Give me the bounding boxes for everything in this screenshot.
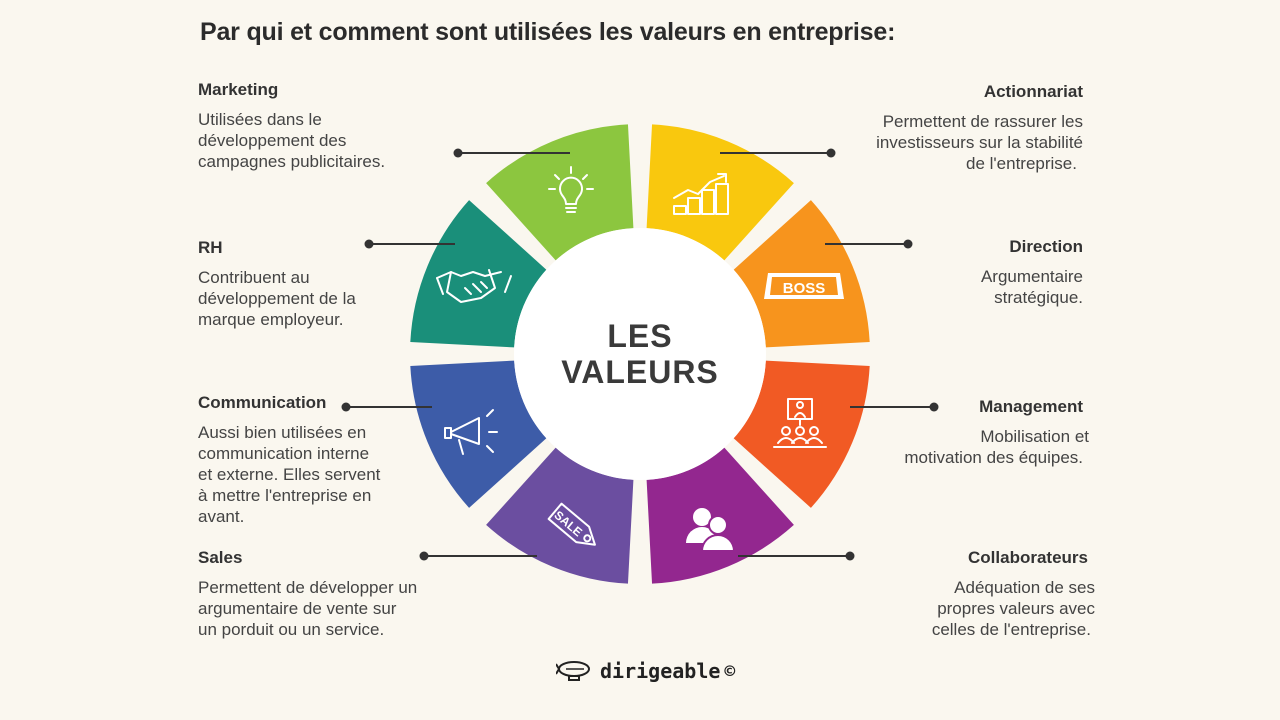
actionnariat-label: Actionnariat Permettent de rassurer les … xyxy=(876,81,1083,174)
communication-desc-line: communication interne xyxy=(198,444,370,463)
collaborateurs-connector-dot xyxy=(845,551,855,561)
marketing-desc-line: campagnes publicitaires. xyxy=(198,152,386,171)
rh-label: RH Contribuent au développement de la ma… xyxy=(198,237,356,330)
collaborateurs-title: Collaborateurs xyxy=(968,548,1088,567)
communication-desc: Aussi bien utilisées en communication in… xyxy=(198,422,380,527)
actionnariat-desc-line: investisseurs sur la stabilité xyxy=(876,133,1083,152)
management-label: Management Mobilisation et motivation de… xyxy=(904,396,1089,468)
collaborateurs-desc-line: Adéquation de ses xyxy=(954,578,1095,597)
boss-sign-icon: BOSS xyxy=(764,273,844,299)
marketing-desc-line: développement des xyxy=(198,131,347,150)
actionnariat-desc: Permettent de rassurer les investisseurs… xyxy=(876,111,1083,174)
sales-title: Sales xyxy=(198,548,243,567)
communication-desc-line: à mettre l'entreprise en xyxy=(198,486,372,505)
collaborateurs-desc-line: propres valeurs avec xyxy=(937,599,1095,618)
rh-desc-line: développement de la xyxy=(198,289,356,308)
center-label: LES VALEURS xyxy=(515,318,765,390)
center-line-1: LES xyxy=(607,318,673,354)
brand-name: dirigeable xyxy=(600,659,721,683)
direction-desc: Argumentaire stratégique. xyxy=(981,266,1083,308)
management-desc-line: motivation des équipes. xyxy=(904,448,1083,467)
collaborateurs-desc-line: celles de l'entreprise. xyxy=(931,620,1091,639)
management-title: Management xyxy=(979,397,1083,416)
management-desc: Mobilisation et motivation des équipes. xyxy=(904,426,1089,468)
collaborateurs-label: Collaborateurs Adéquation de ses propres… xyxy=(932,547,1095,640)
management-desc-line: Mobilisation et xyxy=(980,427,1089,446)
copyright-symbol: © xyxy=(724,660,736,682)
rh-desc-line: marque employeur. xyxy=(198,310,344,329)
direction-desc-line: Argumentaire xyxy=(980,267,1083,286)
actionnariat-desc-line: de l'entreprise. xyxy=(966,154,1077,173)
communication-desc-line: et externe. Elles servent xyxy=(198,465,381,484)
sales-label: Sales Permettent de développer un argume… xyxy=(198,547,417,640)
marketing-title: Marketing xyxy=(198,80,279,99)
marketing-desc: Utilisées dans le développement des camp… xyxy=(198,109,385,172)
svg-text:BOSS: BOSS xyxy=(783,280,826,297)
marketing-connector-dot xyxy=(453,148,463,158)
rh-connector-dot xyxy=(364,239,374,249)
communication-title: Communication xyxy=(198,393,327,412)
marketing-desc-line: Utilisées dans le xyxy=(198,110,322,129)
communication-label: Communication Aussi bien utilisées en co… xyxy=(198,392,380,527)
marketing-label: Marketing Utilisées dans le développemen… xyxy=(198,79,385,172)
collaborateurs-desc: Adéquation de ses propres valeurs avec c… xyxy=(932,577,1095,640)
direction-desc-line: stratégique. xyxy=(994,288,1083,307)
actionnariat-desc-line: Permettent de rassurer les xyxy=(882,112,1083,131)
rh-title: RH xyxy=(198,238,223,257)
actionnariat-connector-dot xyxy=(826,148,836,158)
sales-desc-line: argumentaire de vente sur xyxy=(198,599,397,618)
direction-label: Direction Argumentaire stratégique. xyxy=(981,236,1083,308)
sales-desc: Permettent de développer un argumentaire… xyxy=(198,577,417,640)
direction-title: Direction xyxy=(1009,237,1083,256)
airship-icon xyxy=(556,661,590,681)
sales-desc-line: un porduit ou un service. xyxy=(198,620,385,639)
center-line-2: VALEURS xyxy=(561,354,719,390)
communication-desc-line: avant. xyxy=(198,507,245,526)
brand-logo: dirigeable © xyxy=(556,656,735,686)
direction-connector-dot xyxy=(903,239,913,249)
sales-desc-line: Permettent de développer un xyxy=(198,578,418,597)
communication-desc-line: Aussi bien utilisées en xyxy=(198,423,367,442)
rh-desc-line: Contribuent au xyxy=(198,268,310,287)
sales-connector-dot xyxy=(419,551,429,561)
rh-desc: Contribuent au développement de la marqu… xyxy=(198,267,356,330)
actionnariat-title: Actionnariat xyxy=(983,82,1083,101)
